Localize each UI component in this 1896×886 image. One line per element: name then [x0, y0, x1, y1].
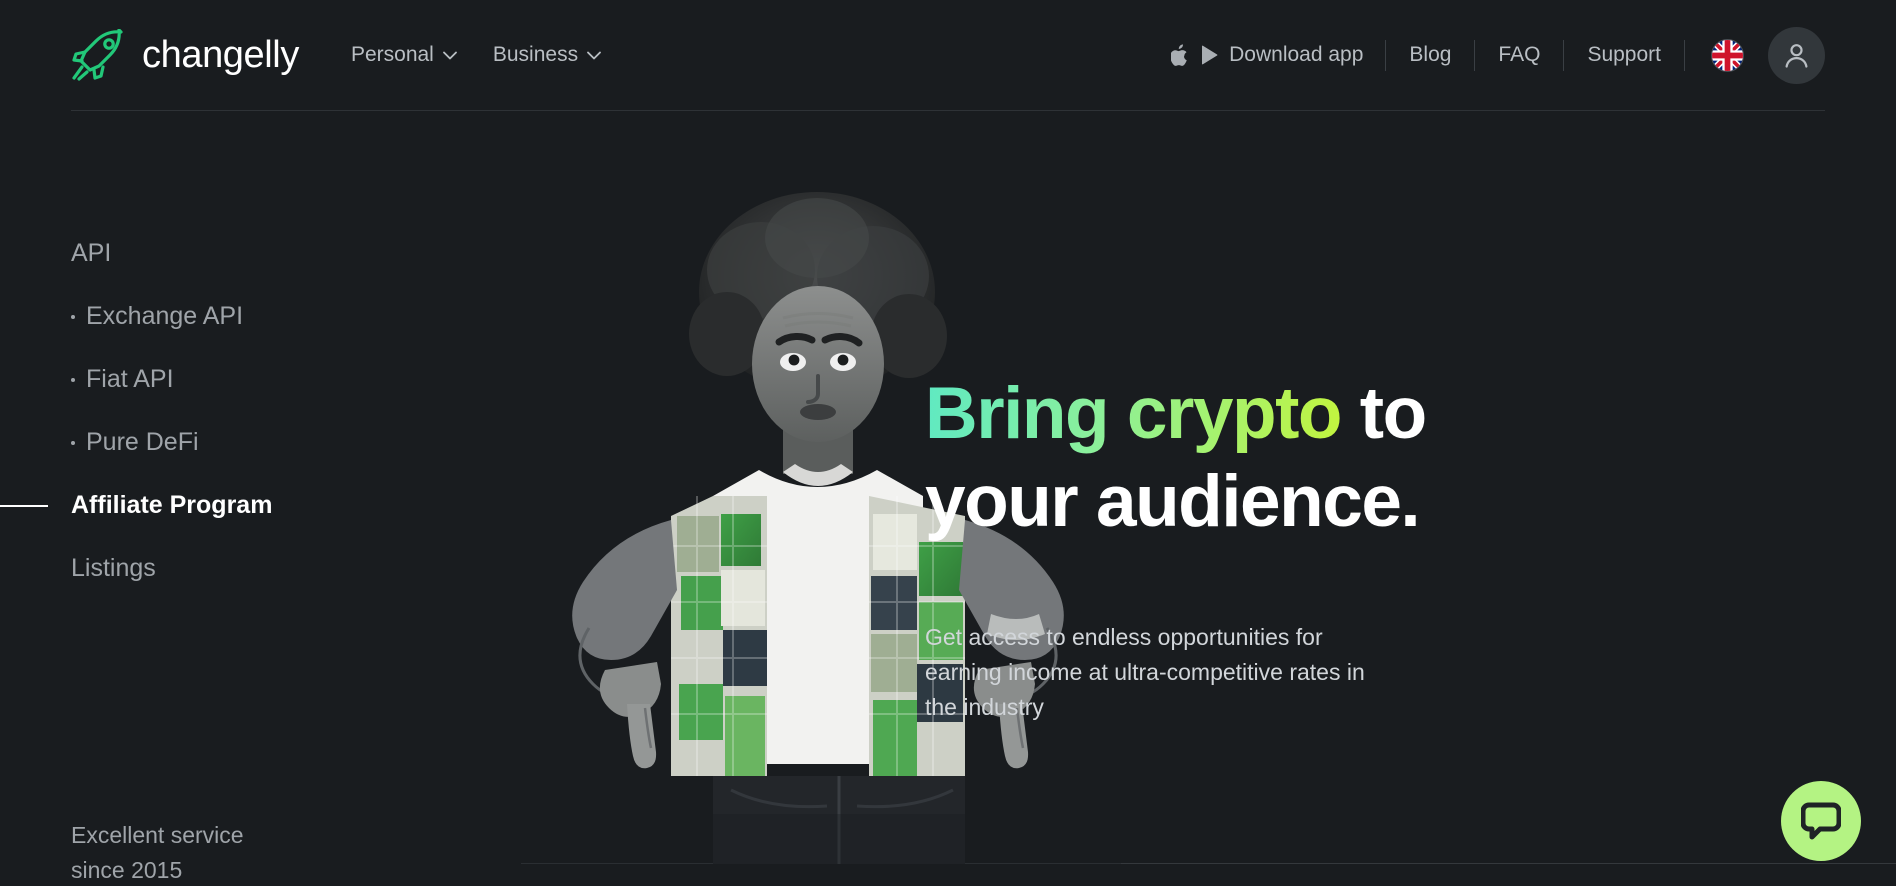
site-header: changelly Personal Business Download app… [0, 0, 1896, 112]
nav-item-business[interactable]: Business [493, 43, 601, 67]
user-avatar-icon [1783, 42, 1810, 69]
section-sidebar: API Exchange API Fiat API Pure DeFi Affi… [0, 222, 430, 600]
bullet-icon [71, 314, 75, 319]
hero-headline-line2: your audience. [925, 461, 1421, 542]
sidebar-item-label: Exchange API [86, 302, 244, 330]
secondary-nav: Download app Blog FAQ Support [1171, 26, 1825, 84]
nav-item-personal[interactable]: Personal [351, 43, 457, 67]
hero-subcopy: Get access to endless opportunities for … [925, 624, 1365, 720]
sidebar-item-listings[interactable]: Listings [0, 537, 430, 600]
google-play-icon [1201, 45, 1218, 65]
sidebar-item-pure-defi[interactable]: Pure DeFi [0, 411, 430, 474]
nav-divider [1684, 39, 1685, 71]
sidebar-item-api[interactable]: API [0, 222, 430, 285]
hero-headline-plain-text: to [1340, 373, 1427, 454]
hero-headline-line1: Bring crypto to [925, 370, 1585, 458]
brand-name: changelly [142, 33, 299, 76]
page-root: changelly Personal Business Download app… [0, 0, 1896, 886]
apple-icon [1171, 43, 1190, 67]
sidebar-item-affiliate-program[interactable]: Affiliate Program [0, 474, 430, 537]
hero-section: Bring crypto to your audience. Get acces… [521, 112, 1896, 886]
sidebar-item-label: Affiliate Program [71, 491, 273, 519]
rocket-icon [71, 29, 127, 81]
sidebar-tagline: Excellent service since 2015 [71, 822, 244, 883]
hero-headline-gradient-text: Bring crypto [925, 373, 1342, 454]
nav-link-faq[interactable]: FAQ [1475, 43, 1563, 67]
sidebar-item-label: Listings [71, 554, 156, 582]
sidebar-item-fiat-api[interactable]: Fiat API [0, 348, 430, 411]
hero-headline: Bring crypto to your audience. [925, 370, 1585, 546]
download-app-label: Download app [1229, 43, 1364, 66]
chat-widget-button[interactable] [1781, 781, 1861, 861]
sidebar-item-label: Fiat API [86, 365, 174, 393]
chevron-down-icon [587, 51, 601, 60]
active-indicator [0, 504, 48, 507]
account-avatar-button[interactable] [1768, 26, 1825, 84]
bullet-icon [71, 440, 75, 445]
sidebar-item-exchange-api[interactable]: Exchange API [0, 285, 430, 348]
chevron-down-icon [442, 51, 457, 60]
nav-link-support[interactable]: Support [1564, 43, 1684, 67]
nav-item-personal-label: Personal [350, 43, 434, 66]
bullet-icon [71, 377, 75, 382]
chat-bubble-icon [1801, 802, 1841, 840]
hero-copy: Bring crypto to your audience. Get acces… [925, 370, 1585, 725]
brand-logo[interactable]: changelly [71, 29, 299, 81]
nav-link-blog[interactable]: Blog [1386, 43, 1474, 67]
nav-item-business-label: Business [492, 43, 579, 66]
download-app-link[interactable]: Download app [1171, 43, 1385, 67]
sidebar-item-label: Pure DeFi [86, 428, 199, 456]
sidebar-item-label: API [71, 239, 112, 267]
uk-flag-icon[interactable] [1711, 38, 1744, 72]
primary-nav: Personal Business [351, 43, 601, 67]
